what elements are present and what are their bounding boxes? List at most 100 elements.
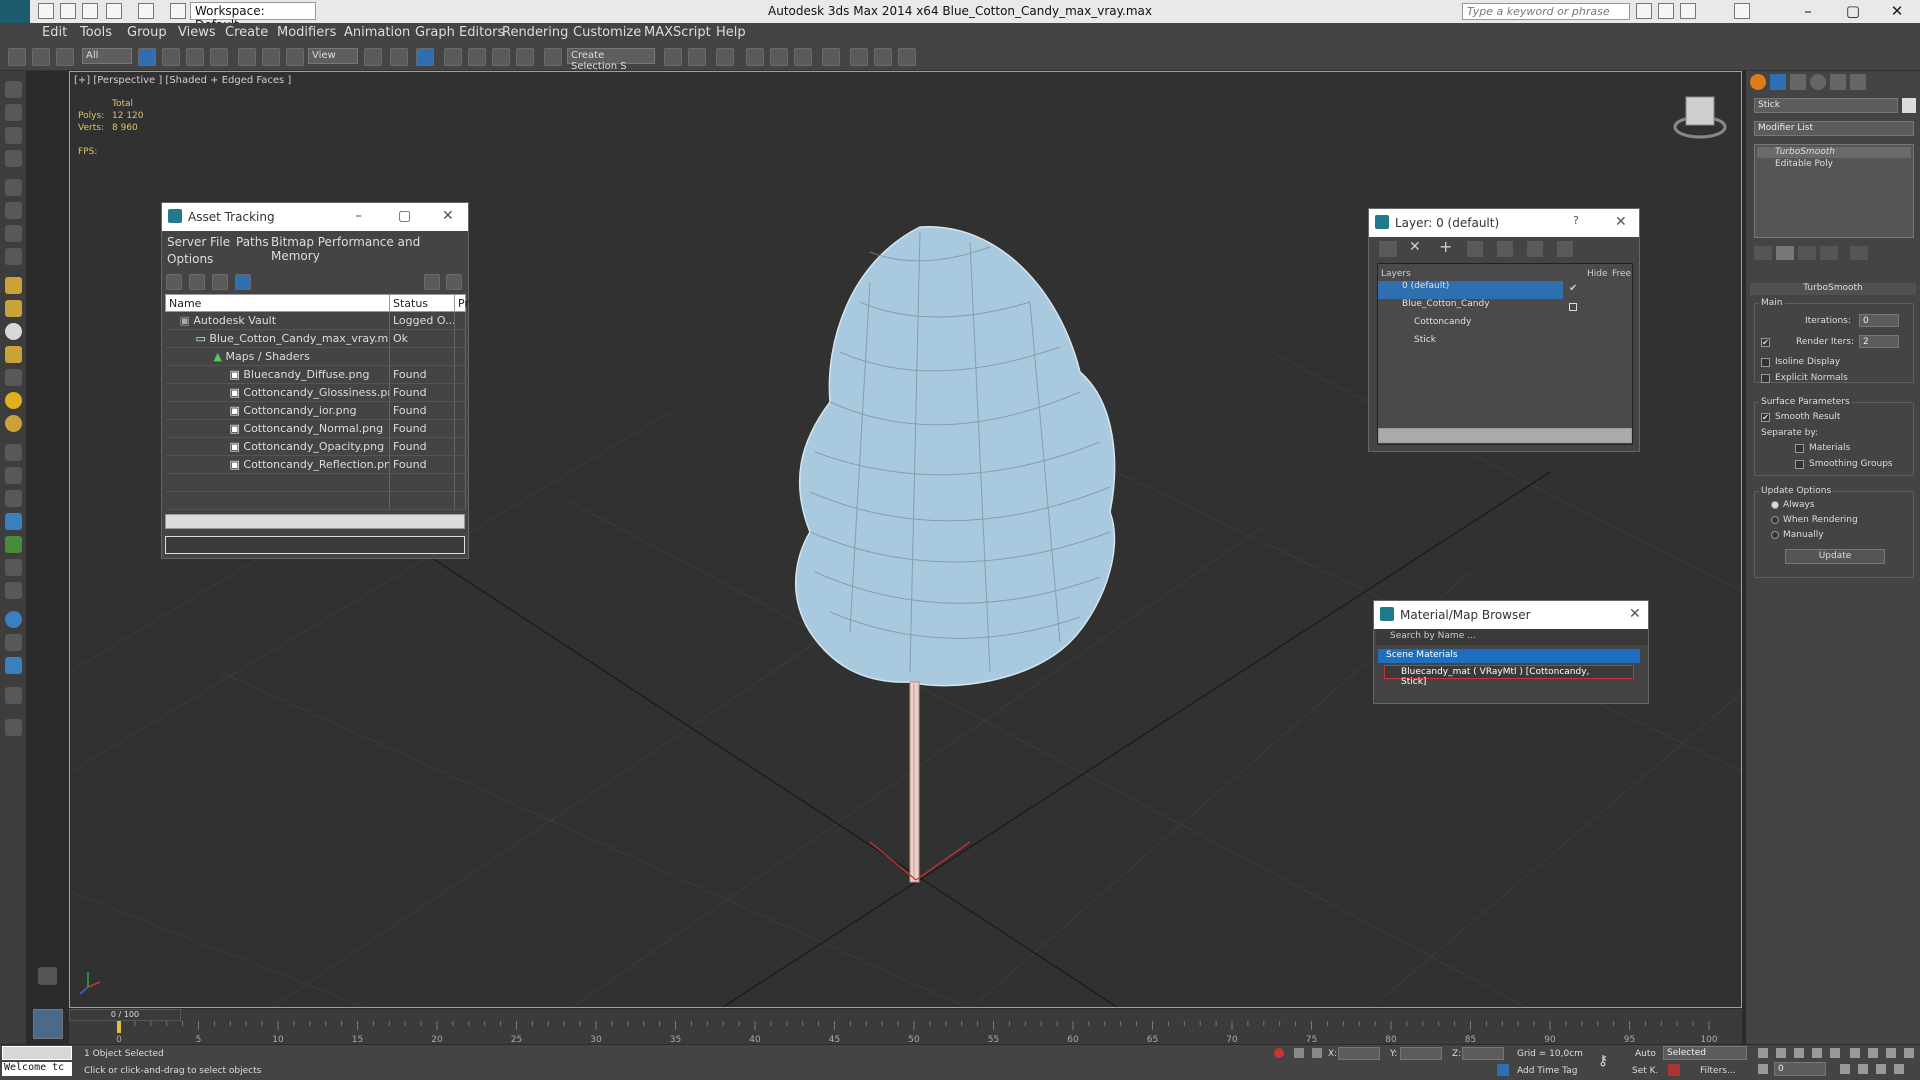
key-mode-toggle-icon[interactable]: [1758, 1064, 1768, 1074]
bind-space-warp-icon[interactable]: [56, 48, 74, 66]
previous-frame-icon[interactable]: [1776, 1048, 1786, 1058]
selection-filter-dropdown[interactable]: All: [82, 48, 132, 64]
tool-icon-3[interactable]: [5, 127, 22, 144]
z-coordinate-field[interactable]: [1462, 1047, 1504, 1060]
always-radio[interactable]: [1771, 501, 1779, 509]
menu-bitmap-performance[interactable]: Bitmap Performance and Memory: [271, 235, 468, 263]
tree-view-icon[interactable]: [212, 274, 228, 290]
tool-icon-16[interactable]: [5, 444, 22, 461]
refresh-icon[interactable]: [166, 274, 182, 290]
menu-modifiers[interactable]: Modifiers: [277, 25, 336, 40]
light-icon[interactable]: [5, 392, 22, 409]
list-view-icon[interactable]: [189, 274, 205, 290]
render-setup-icon[interactable]: [850, 48, 868, 66]
help-icon[interactable]: [424, 274, 440, 290]
layer-row-blue-cotton-candy[interactable]: Blue_Cotton_Candy: [1378, 299, 1490, 317]
layer-manager-titlebar[interactable]: Layer: 0 (default) ? ✕: [1369, 209, 1639, 237]
help-circle-icon[interactable]: [5, 719, 22, 736]
tool-icon-25[interactable]: [5, 657, 22, 674]
maximize-viewport-icon[interactable]: [1904, 1048, 1914, 1058]
add-time-tag-text[interactable]: Add Time Tag: [1517, 1066, 1577, 1076]
zoom-all-icon[interactable]: [1868, 1048, 1878, 1058]
object-color-swatch[interactable]: [1902, 98, 1916, 113]
spinner-snap-icon[interactable]: [516, 48, 534, 66]
key-icon[interactable]: [1658, 3, 1674, 19]
current-frame-marker[interactable]: [117, 1021, 121, 1033]
table-row[interactable]: ▣ Cottoncandy_Glossiness.png Found: [165, 383, 466, 402]
layer-row-default[interactable]: 0 (default): [1378, 281, 1563, 299]
graphite-ribbon-icon[interactable]: [746, 48, 764, 66]
layer-manager-icon[interactable]: [716, 48, 734, 66]
layer-row-cottoncandy[interactable]: Cottoncandy: [1378, 317, 1471, 335]
stack-item-turbosmooth[interactable]: TurboSmooth: [1757, 147, 1911, 158]
isoline-display-checkbox[interactable]: [1761, 358, 1770, 367]
maxscript-listener-field[interactable]: Welcome tc: [2, 1062, 72, 1076]
freeze-column-header[interactable]: Free: [1612, 269, 1631, 279]
stack-item-editable-poly[interactable]: Editable Poly: [1757, 159, 1833, 169]
next-frame-icon[interactable]: [1812, 1048, 1822, 1058]
when-rendering-radio[interactable]: [1771, 516, 1779, 524]
menu-create[interactable]: Create: [225, 25, 268, 40]
menu-views[interactable]: Views: [178, 25, 216, 40]
reference-coordinate-dropdown[interactable]: View: [308, 48, 358, 64]
remove-modifier-icon[interactable]: [1820, 246, 1838, 260]
maxscript-listener-pink[interactable]: [2, 1046, 72, 1060]
help-icon[interactable]: [1734, 3, 1750, 19]
move-icon[interactable]: [238, 48, 256, 66]
path-field[interactable]: [165, 536, 465, 554]
tool-icon-23[interactable]: [5, 611, 22, 628]
layer-row-stick[interactable]: Stick: [1378, 335, 1436, 353]
geosphere-icon[interactable]: [5, 415, 22, 432]
smooth-result-checkbox[interactable]: ✔: [1761, 413, 1770, 422]
set-key-button[interactable]: Set K.: [1632, 1066, 1658, 1076]
set-key-icon[interactable]: ⚷: [1598, 1053, 1608, 1069]
expand-arrow-icon[interactable]: [38, 967, 57, 985]
tool-icon-2[interactable]: [5, 104, 22, 121]
x-coordinate-field[interactable]: [1338, 1047, 1380, 1060]
table-row[interactable]: ▣ Cottoncandy_Reflection.png Found: [165, 455, 466, 474]
zoom-extents-icon[interactable]: [1886, 1048, 1896, 1058]
add-to-layer-icon[interactable]: +: [1439, 237, 1452, 256]
pin-stack-icon[interactable]: [1754, 246, 1772, 260]
close-button[interactable]: ✕: [1874, 0, 1920, 23]
time-tag-icon[interactable]: [1497, 1064, 1509, 1076]
key-filter-dropdown[interactable]: Selected: [1663, 1046, 1747, 1060]
horizontal-scrollbar[interactable]: [1378, 428, 1632, 443]
play-icon[interactable]: [1794, 1048, 1804, 1058]
layer-checkbox[interactable]: [1569, 303, 1577, 311]
table-row[interactable]: ▣ Cottoncandy_ior.png Found: [165, 401, 466, 420]
auto-key-button[interactable]: Auto: [1635, 1049, 1656, 1059]
star-icon[interactable]: [1680, 3, 1696, 19]
table-row[interactable]: ▣ Cottoncandy_Opacity.png Found: [165, 437, 466, 456]
close-button[interactable]: ✕: [1629, 606, 1641, 622]
smoothing-groups-checkbox[interactable]: [1795, 460, 1804, 469]
tool-icon-5[interactable]: [5, 179, 22, 196]
field-of-view-icon[interactable]: [1858, 1064, 1868, 1074]
time-slider[interactable]: 0 / 100: [69, 1009, 181, 1021]
curve-editor-icon[interactable]: [770, 48, 788, 66]
tool-icon-26[interactable]: [5, 687, 22, 704]
hierarchy-tab-icon[interactable]: [1790, 74, 1806, 90]
torus-icon[interactable]: [5, 346, 22, 363]
absolute-mode-icon[interactable]: [1312, 1048, 1322, 1058]
pyramid-icon[interactable]: [5, 369, 22, 386]
modifier-list-dropdown[interactable]: Modifier List: [1754, 121, 1914, 136]
percent-snap-icon[interactable]: [492, 48, 510, 66]
render-iters-spinner[interactable]: 2: [1859, 335, 1899, 348]
delete-layer-icon[interactable]: ✕: [1409, 239, 1421, 255]
explicit-normals-checkbox[interactable]: [1761, 374, 1770, 383]
rectangular-region-icon[interactable]: [186, 48, 204, 66]
motion-tab-icon[interactable]: [1810, 74, 1826, 90]
go-to-end-icon[interactable]: [1830, 1048, 1840, 1058]
minimize-button[interactable]: –: [355, 208, 362, 224]
tool-icon-22[interactable]: [5, 582, 22, 599]
orbit-icon[interactable]: [1894, 1064, 1904, 1074]
align-icon[interactable]: [688, 48, 706, 66]
rotate-icon[interactable]: [262, 48, 280, 66]
materials-checkbox[interactable]: [1795, 444, 1804, 453]
manually-radio[interactable]: [1771, 531, 1779, 539]
time-config-icon[interactable]: [1840, 1064, 1850, 1074]
select-in-layer-icon[interactable]: [1467, 241, 1483, 257]
select-manipulate-icon[interactable]: [390, 48, 408, 66]
menu-tools[interactable]: Tools: [80, 25, 112, 40]
